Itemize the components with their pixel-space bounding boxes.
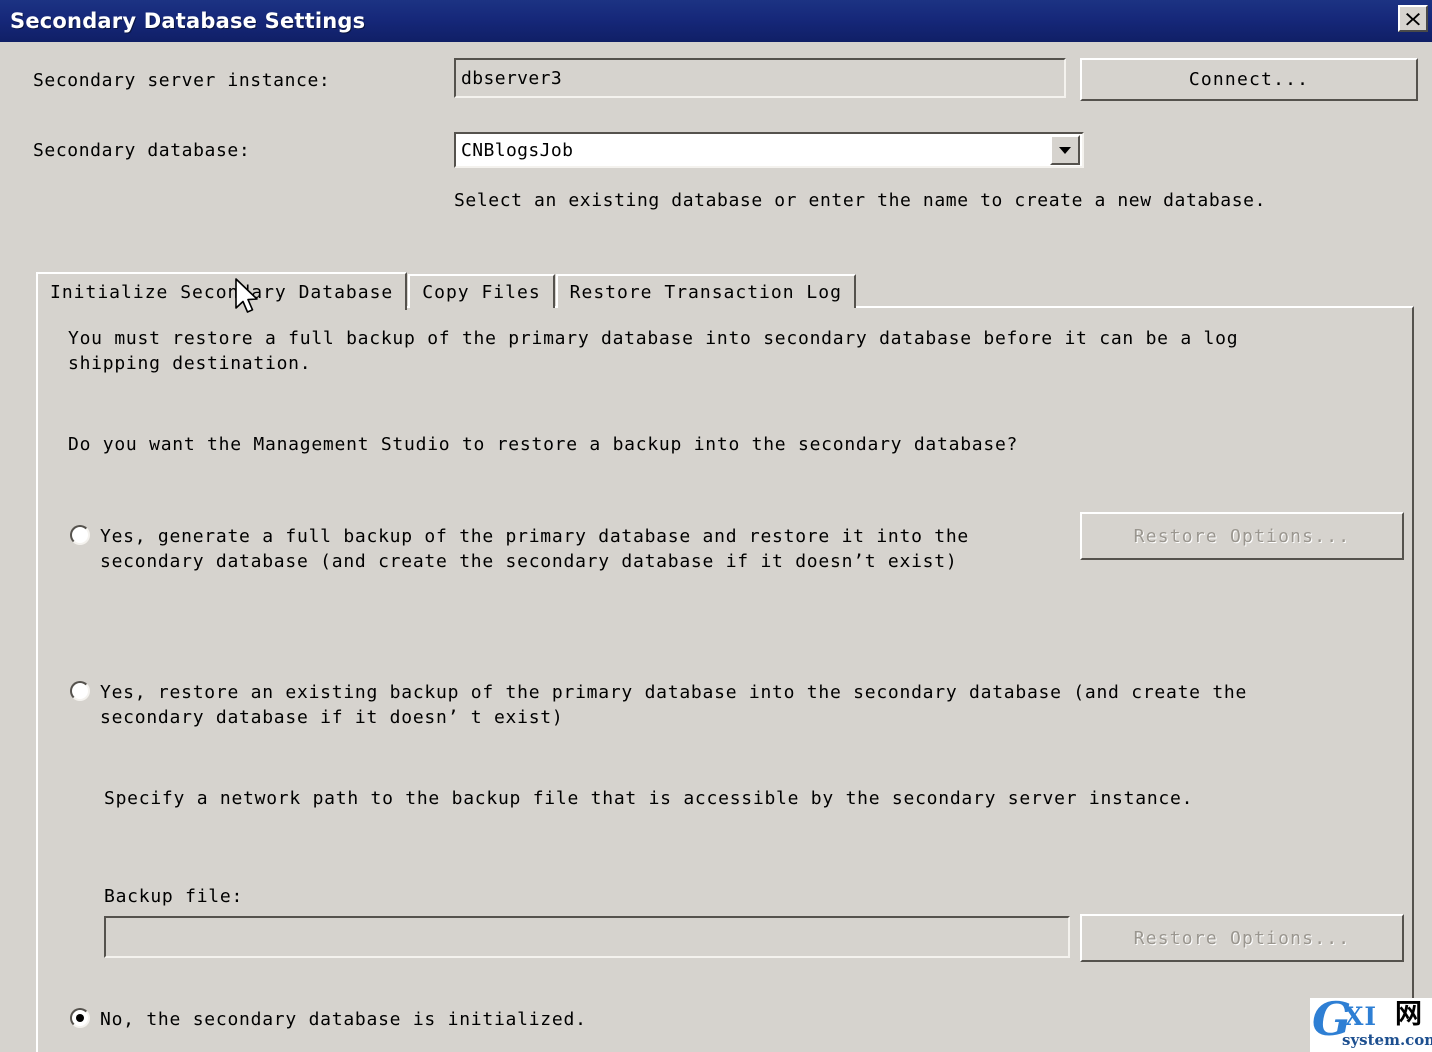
secondary-database-settings-dialog: Secondary Database Settings Secondary se… <box>0 0 1432 1052</box>
radio-already-initialized-label: No, the secondary database is initialize… <box>100 1007 1000 1032</box>
chevron-down-icon[interactable] <box>1050 135 1080 165</box>
watermark-cn-char: 网 <box>1395 1001 1422 1029</box>
panel-intro-text: You must restore a full backup of the pr… <box>68 326 1368 376</box>
radio-generate-full-backup-label: Yes, generate a full backup of the prima… <box>100 524 1060 574</box>
secondary-database-combobox[interactable]: CNBlogsJob <box>454 132 1084 168</box>
watermark-domain: system.com <box>1342 1031 1432 1049</box>
radio-generate-full-backup[interactable] <box>70 525 90 545</box>
tab-copy-files[interactable]: Copy Files <box>408 274 554 308</box>
radio-restore-existing-backup[interactable] <box>70 681 90 701</box>
server-instance-value: dbserver3 <box>456 68 562 89</box>
database-hint: Select an existing database or enter the… <box>454 190 1266 211</box>
watermark-xi: XI <box>1344 1002 1377 1031</box>
site-watermark: G XI 网 system.com <box>1310 998 1432 1052</box>
close-icon <box>1405 11 1421 27</box>
title-bar: Secondary Database Settings <box>0 0 1432 42</box>
connect-button[interactable]: Connect... <box>1080 58 1418 101</box>
backup-file-input[interactable] <box>104 916 1070 958</box>
window-title: Secondary Database Settings <box>0 9 365 33</box>
panel-question-text: Do you want the Management Studio to res… <box>68 432 1368 457</box>
close-button[interactable] <box>1398 5 1428 32</box>
backup-file-label: Backup file: <box>104 884 243 909</box>
radio-already-initialized[interactable] <box>70 1008 90 1028</box>
network-path-note: Specify a network path to the backup fil… <box>104 786 1384 811</box>
secondary-database-value: CNBlogsJob <box>456 140 1050 161</box>
restore-options-bottom-button[interactable]: Restore Options... <box>1080 914 1404 962</box>
tab-strip: Initialize Secondary Database Copy Files… <box>36 272 857 308</box>
server-instance-label: Secondary server instance: <box>33 70 330 91</box>
radio-selected-dot <box>76 1014 84 1022</box>
server-instance-field[interactable]: dbserver3 <box>454 58 1066 98</box>
restore-options-top-button[interactable]: Restore Options... <box>1080 512 1404 560</box>
tab-initialize-secondary-database[interactable]: Initialize Secondary Database <box>36 272 407 310</box>
tab-restore-transaction-log[interactable]: Restore Transaction Log <box>556 274 856 308</box>
database-label: Secondary database: <box>33 140 250 161</box>
radio-restore-existing-backup-label: Yes, restore an existing backup of the p… <box>100 680 1380 730</box>
